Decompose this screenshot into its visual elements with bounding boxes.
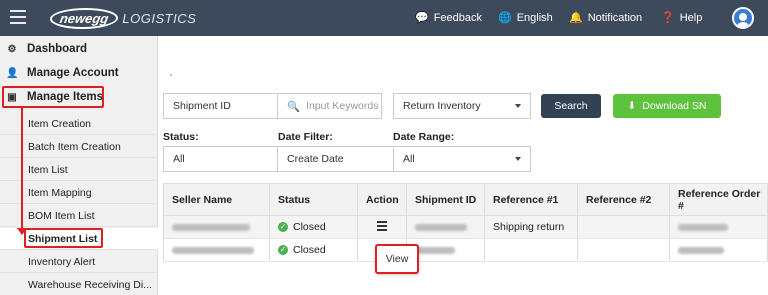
column-header-seller-name[interactable]: Seller Name	[163, 183, 270, 216]
reference-order-cell	[670, 239, 768, 262]
status-select[interactable]: All	[163, 146, 278, 172]
view-menu-item[interactable]: View	[375, 244, 419, 274]
notification-label: Notification	[587, 11, 643, 24]
date-range-value: All	[403, 153, 415, 165]
reference1-text: Shipping return	[493, 221, 565, 233]
sidebar-item-label: Dashboard	[27, 43, 88, 55]
search-icon: 🔍	[287, 100, 301, 113]
avatar[interactable]	[732, 7, 754, 29]
feedback-label: Feedback	[433, 11, 483, 24]
sidebar-item-label: Inventory Alert	[28, 255, 96, 268]
notification-link[interactable]: 🔔 Notification	[569, 11, 643, 25]
reference1-cell	[485, 239, 578, 262]
date-filter-label: Date Filter:	[278, 131, 333, 143]
sidebar-item-label: Warehouse Receiving Di...	[28, 278, 152, 291]
date-range-select[interactable]: All	[393, 146, 531, 172]
column-header-reference-2[interactable]: Reference #2	[578, 183, 670, 216]
column-header-reference-1[interactable]: Reference #1	[485, 183, 578, 216]
highlight-shipment-list	[24, 228, 103, 248]
inventory-type-select[interactable]: Return Inventory	[393, 93, 531, 119]
chevron-down-icon	[515, 157, 521, 161]
sidebar-item-bom-item-list[interactable]: BOM Item List	[0, 205, 158, 227]
globe-icon: 🌐	[498, 12, 512, 24]
language-selector[interactable]: 🌐 English	[498, 11, 553, 25]
sidebar-item-label: Item List	[28, 163, 68, 176]
sidebar: ⚙ Dashboard 👤 Manage Account ▣ Manage It…	[0, 36, 158, 295]
menu-icon[interactable]	[10, 10, 26, 24]
action-menu-button[interactable]	[358, 216, 407, 239]
seller-name-cell	[163, 239, 270, 262]
inventory-type-value: Return Inventory	[403, 100, 481, 112]
download-icon: ⬇	[627, 100, 637, 112]
status-label: Status:	[163, 131, 199, 143]
sidebar-item-warehouse-receiving[interactable]: Warehouse Receiving Di...	[0, 274, 158, 295]
sidebar-item-manage-account[interactable]: 👤 Manage Account	[0, 62, 158, 84]
highlight-manage-items	[2, 86, 104, 108]
download-sn-button[interactable]: ⬇ Download SN	[613, 94, 721, 118]
column-header-shipment-id[interactable]: Shipment ID	[407, 183, 485, 216]
bell-icon: 🔔	[569, 12, 583, 24]
chevron-down-icon	[515, 104, 521, 108]
search-type-value: Shipment ID	[173, 100, 231, 112]
chat-icon: 💬	[415, 12, 429, 24]
status-text: Closed	[293, 221, 326, 233]
sidebar-item-item-creation[interactable]: Item Creation	[0, 113, 158, 135]
logo-brand: newegg	[48, 7, 121, 29]
user-icon: 👤	[6, 67, 19, 79]
seller-name-cell	[163, 216, 270, 239]
feedback-link[interactable]: 💬 Feedback	[415, 11, 483, 25]
sidebar-item-dashboard[interactable]: ⚙ Dashboard	[0, 38, 158, 60]
view-label: View	[385, 253, 409, 265]
check-circle-icon: ✓	[278, 222, 288, 232]
annotation-arrow	[21, 107, 23, 230]
logo[interactable]: newegg LOGISTICS	[48, 5, 197, 31]
sidebar-item-inventory-alert[interactable]: Inventory Alert	[0, 251, 158, 273]
sidebar-item-label: Manage Account	[27, 67, 119, 79]
keyword-input[interactable]: 🔍 Input Keywords	[277, 93, 382, 119]
logo-product: LOGISTICS	[122, 10, 197, 26]
date-range-label: Date Range:	[393, 131, 455, 143]
date-filter-value: Create Date	[287, 153, 344, 165]
annotation-arrow-head	[17, 228, 27, 235]
keyword-placeholder: Input Keywords	[306, 100, 379, 112]
search-type-select[interactable]: Shipment ID	[163, 93, 278, 119]
search-button[interactable]: Search	[541, 94, 601, 118]
help-link[interactable]: ❓ Help	[661, 11, 703, 25]
status-text: Closed	[293, 244, 326, 256]
download-button-label: Download SN	[642, 100, 707, 112]
column-header-action[interactable]: Action	[358, 183, 407, 216]
search-button-label: Search	[554, 100, 588, 112]
help-icon: ❓	[661, 12, 675, 24]
reference2-cell	[578, 216, 670, 239]
shipment-id-cell	[407, 216, 485, 239]
reference-order-cell	[670, 216, 768, 239]
dashboard-icon: ⚙	[7, 43, 17, 55]
check-circle-icon: ✓	[278, 245, 288, 255]
top-bar: newegg LOGISTICS 💬 Feedback 🌐 English 🔔 …	[0, 0, 768, 36]
sidebar-item-item-list[interactable]: Item List	[0, 159, 158, 181]
sidebar-item-label: Item Creation	[28, 117, 92, 130]
sidebar-item-label: Item Mapping	[28, 186, 92, 199]
status-cell: ✓ Closed	[270, 239, 358, 262]
column-header-reference-order[interactable]: Reference Order #	[670, 183, 768, 216]
sidebar-item-label: Batch Item Creation	[28, 140, 121, 153]
sidebar-item-label: BOM Item List	[28, 209, 95, 222]
sidebar-item-item-mapping[interactable]: Item Mapping	[0, 182, 158, 204]
separator-dot	[170, 74, 172, 76]
help-label: Help	[679, 11, 703, 24]
list-icon	[377, 221, 387, 233]
reference2-cell	[578, 239, 670, 262]
reference1-cell: Shipping return	[485, 216, 578, 239]
status-cell: ✓ Closed	[270, 216, 358, 239]
date-filter-select[interactable]: Create Date	[277, 146, 394, 172]
status-value: All	[173, 153, 185, 165]
column-header-status[interactable]: Status	[270, 183, 358, 216]
sidebar-item-batch-item-creation[interactable]: Batch Item Creation	[0, 136, 158, 158]
language-label: English	[516, 11, 553, 24]
